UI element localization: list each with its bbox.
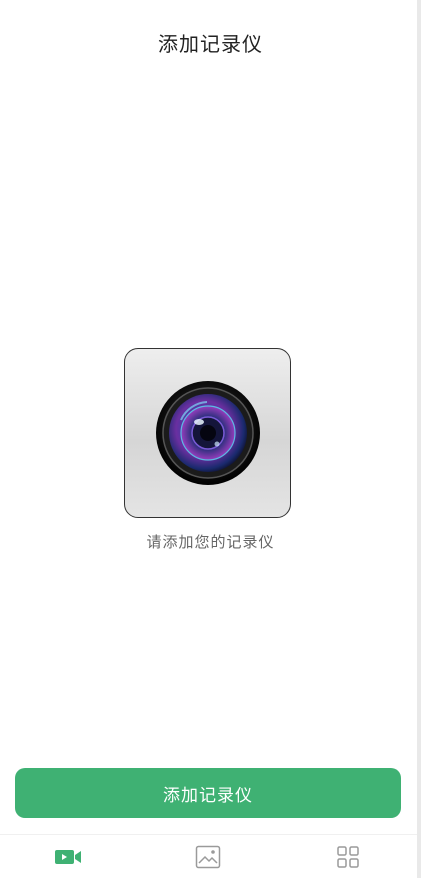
grid-apps-icon bbox=[337, 846, 359, 868]
device-placeholder-card bbox=[124, 348, 291, 518]
scroll-edge bbox=[417, 0, 421, 878]
tab-recorder[interactable] bbox=[28, 835, 108, 878]
tab-gallery[interactable] bbox=[168, 835, 248, 878]
empty-hint-text: 请添加您的记录仪 bbox=[146, 533, 275, 551]
bottom-tab-bar bbox=[0, 834, 417, 878]
camera-lens-icon bbox=[156, 381, 260, 485]
add-recorder-button[interactable]: 添加记录仪 bbox=[15, 768, 401, 818]
tab-apps[interactable] bbox=[308, 835, 388, 878]
page-title: 添加记录仪 bbox=[158, 32, 263, 56]
add-recorder-screen: 添加记录仪 请添加您的记录仪 添加记录仪 bbox=[0, 0, 421, 878]
video-camera-icon bbox=[55, 850, 81, 864]
image-icon bbox=[195, 845, 221, 869]
